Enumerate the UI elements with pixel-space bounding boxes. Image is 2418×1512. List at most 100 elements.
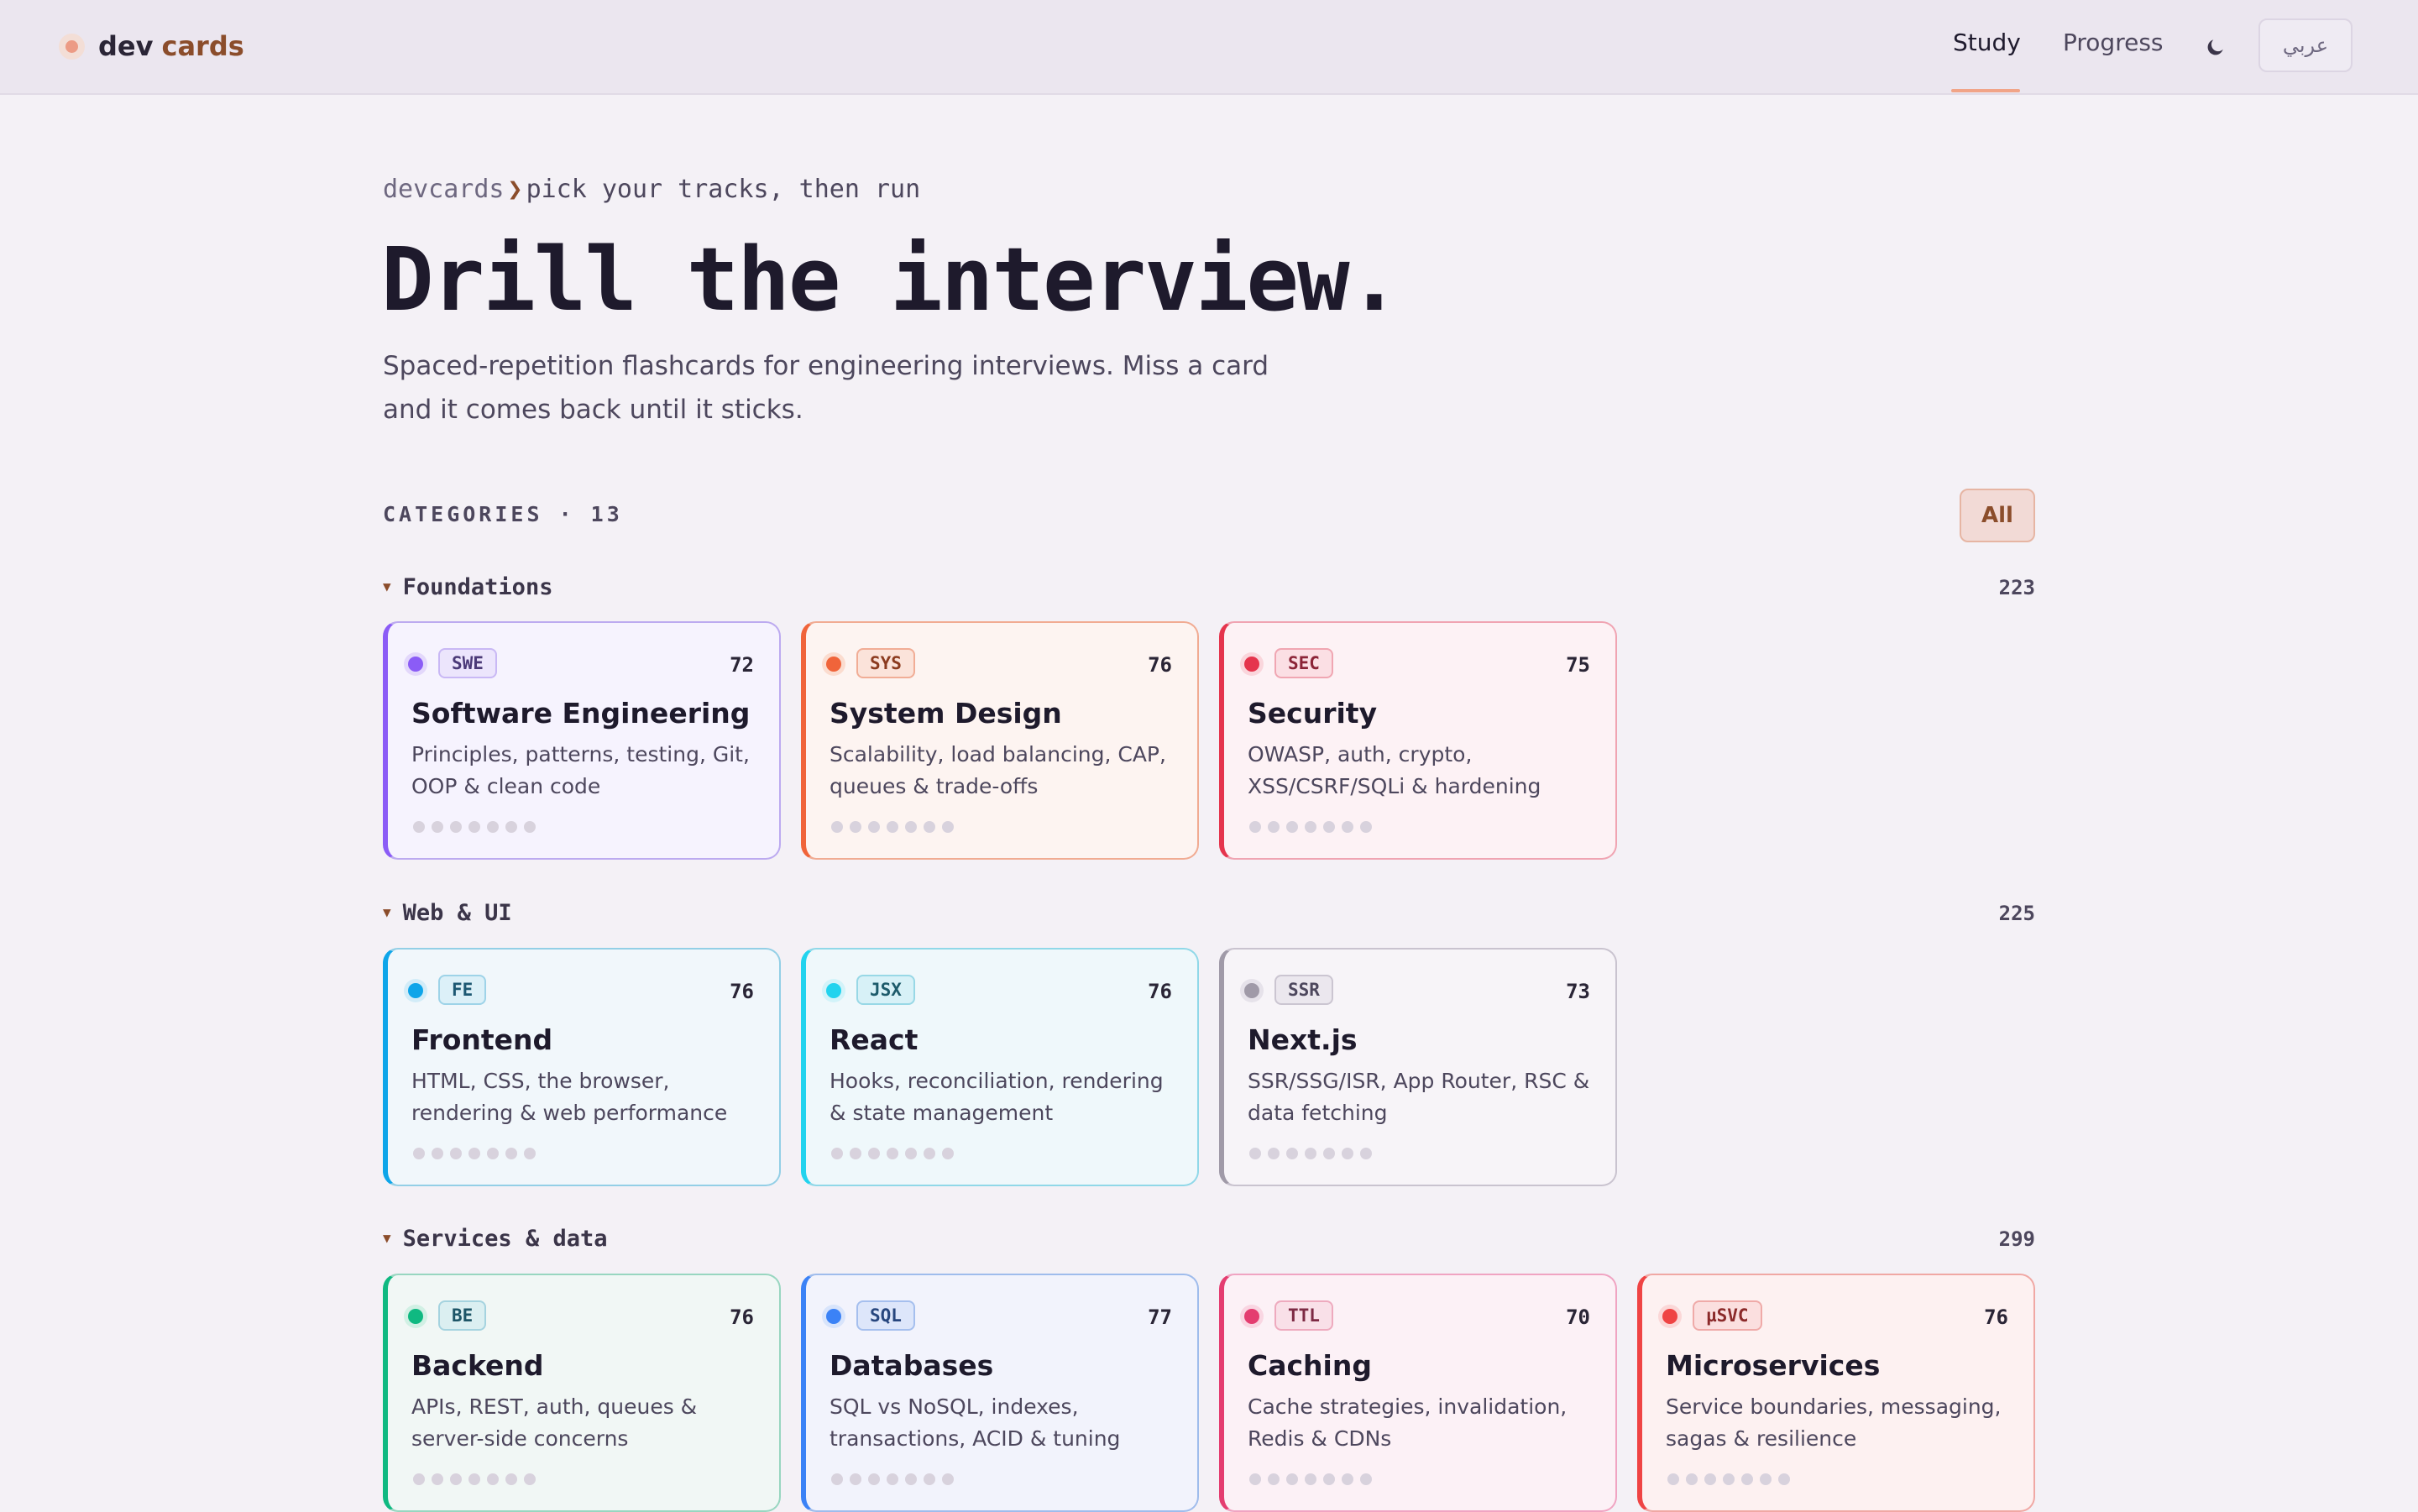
category-badge: SQL [856, 1300, 915, 1331]
card-count: 72 [730, 653, 754, 677]
top-nav: dev cards Study Progress عربي [0, 0, 2418, 95]
category-card-ttl[interactable]: TTL 70 Caching Cache strategies, invalid… [1219, 1274, 1617, 1512]
group-count: 299 [1998, 1227, 2035, 1251]
status-dot-icon [826, 1309, 841, 1324]
brand-logo[interactable]: dev cards [65, 25, 244, 67]
page-subtitle: Spaced-repetition flashcards for enginee… [383, 351, 1269, 425]
nav-study-link[interactable]: Study [1953, 29, 2021, 56]
progress-dots [831, 1473, 954, 1485]
progress-dots [413, 1473, 536, 1485]
card-title: Caching [1248, 1349, 1372, 1382]
language-toggle-button[interactable]: عربي [2258, 18, 2353, 72]
card-description: Cache strategies, invalidation, Redis & … [1248, 1394, 1568, 1451]
group-header-foundations[interactable]: ▼ Foundations 223 [383, 574, 2035, 604]
progress-dots [1249, 1473, 1372, 1485]
status-dot-icon [408, 657, 423, 672]
card-title: Next.js [1248, 1023, 1358, 1056]
progress-dots [831, 821, 954, 833]
status-dot-icon [1244, 1309, 1259, 1324]
category-card-usvc[interactable]: µSVC 76 Microservices Service boundaries… [1637, 1274, 2035, 1512]
card-count: 76 [730, 1305, 754, 1329]
status-dot-icon [1662, 1309, 1677, 1324]
card-description: HTML, CSS, the browser, rendering & web … [411, 1069, 728, 1125]
moon-icon[interactable] [2205, 36, 2227, 58]
group-count: 223 [1998, 576, 2035, 599]
card-description: APIs, REST, auth, queues & server-side c… [411, 1394, 698, 1451]
card-count: 70 [1566, 1305, 1590, 1329]
card-title: System Design [830, 697, 1062, 730]
category-card-swe[interactable]: SWE 72 Software Engineering Principles, … [383, 621, 781, 860]
breadcrumb-text: pick your tracks, then run [526, 175, 921, 204]
group-header-web-ui[interactable]: ▼ Web & UI 225 [383, 900, 2035, 930]
brand-dot-icon [65, 39, 78, 53]
category-badge: SYS [856, 648, 915, 678]
progress-dots [1249, 1148, 1372, 1159]
chevron-right-icon: ❯ [507, 175, 523, 204]
status-dot-icon [1244, 983, 1259, 998]
category-badge: FE [438, 975, 487, 1005]
category-card-be[interactable]: BE 76 Backend APIs, REST, auth, queues &… [383, 1274, 781, 1512]
category-card-ssr[interactable]: SSR 73 Next.js SSR/SSG/ISR, App Router, … [1219, 948, 1617, 1186]
status-dot-icon [408, 1309, 423, 1324]
card-title: Software Engineering [411, 697, 751, 730]
group-header-services-data[interactable]: ▼ Services & data 299 [383, 1226, 2035, 1256]
category-card-sec[interactable]: SEC 75 Security OWASP, auth, crypto, XSS… [1219, 621, 1617, 860]
card-count: 76 [1984, 1305, 2008, 1329]
group-name-label: Web & UI [402, 900, 512, 926]
filter-all-button[interactable]: All [1960, 489, 2035, 542]
card-description: Scalability, load balancing, CAP, queues… [830, 742, 1166, 798]
card-count: 76 [730, 980, 754, 1003]
card-description: OWASP, auth, crypto, XSS/CSRF/SQLi & har… [1248, 742, 1541, 798]
group-name: ▼ Foundations [383, 574, 552, 600]
card-description: SQL vs NoSQL, indexes, transactions, ACI… [830, 1394, 1121, 1451]
status-dot-icon [826, 983, 841, 998]
progress-dots [831, 1148, 954, 1159]
category-badge: µSVC [1693, 1300, 1762, 1331]
card-count: 73 [1566, 980, 1590, 1003]
status-dot-icon [826, 657, 841, 672]
brand-name-cards: cards [161, 30, 244, 62]
card-description: Hooks, reconciliation, rendering & state… [830, 1069, 1164, 1125]
category-badge: TTL [1274, 1300, 1333, 1331]
nav-progress-link[interactable]: Progress [2063, 29, 2164, 56]
card-count: 75 [1566, 653, 1590, 677]
brand-name-dev: dev [98, 30, 154, 62]
group-name: ▼ Web & UI [383, 900, 512, 926]
progress-dots [1249, 821, 1372, 833]
card-count: 77 [1148, 1305, 1172, 1329]
category-badge: SSR [1274, 975, 1333, 1005]
group-name-label: Foundations [402, 574, 553, 600]
card-description: SSR/SSG/ISR, App Router, RSC & data fetc… [1248, 1069, 1590, 1125]
card-title: Security [1248, 697, 1378, 730]
card-title: React [830, 1023, 919, 1056]
nav-active-indicator [1951, 89, 2020, 92]
status-dot-icon [1244, 657, 1259, 672]
category-card-sql[interactable]: SQL 77 Databases SQL vs NoSQL, indexes, … [801, 1274, 1199, 1512]
card-description: Service boundaries, messaging, sagas & r… [1666, 1394, 2002, 1451]
progress-dots [413, 1148, 536, 1159]
category-card-sys[interactable]: SYS 76 System Design Scalability, load b… [801, 621, 1199, 860]
caret-down-icon: ▼ [383, 904, 391, 920]
category-card-jsx[interactable]: JSX 76 React Hooks, reconciliation, rend… [801, 948, 1199, 1186]
card-count: 76 [1148, 980, 1172, 1003]
card-title: Frontend [411, 1023, 553, 1056]
category-card-fe[interactable]: FE 76 Frontend HTML, CSS, the browser, r… [383, 948, 781, 1186]
category-badge: SEC [1274, 648, 1333, 678]
status-dot-icon [408, 983, 423, 998]
caret-down-icon: ▼ [383, 578, 391, 594]
category-badge: BE [438, 1300, 487, 1331]
card-title: Backend [411, 1349, 544, 1382]
progress-dots [413, 821, 536, 833]
group-name-label: Services & data [402, 1226, 608, 1252]
group-count: 225 [1998, 902, 2035, 925]
category-badge: SWE [438, 648, 497, 678]
category-badge: JSX [856, 975, 915, 1005]
page-title: Drill the interview. [381, 228, 1400, 331]
categories-heading: CATEGORIES · 13 [383, 502, 623, 526]
breadcrumb: devcards ❯ pick your tracks, then run [383, 175, 920, 204]
group-name: ▼ Services & data [383, 1226, 607, 1252]
card-title: Microservices [1666, 1349, 1881, 1382]
card-title: Databases [830, 1349, 994, 1382]
progress-dots [1667, 1473, 1790, 1485]
breadcrumb-root: devcards [383, 175, 505, 204]
